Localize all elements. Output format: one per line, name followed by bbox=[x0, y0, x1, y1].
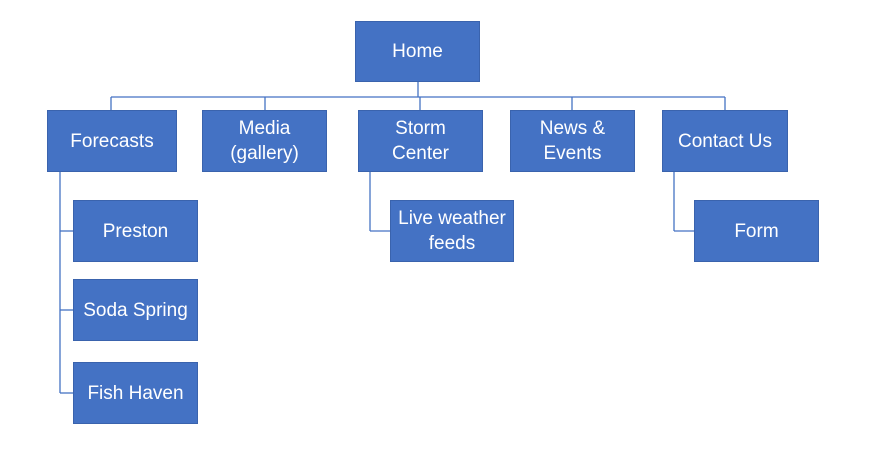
node-soda-spring: Soda Spring bbox=[73, 279, 198, 341]
node-home: Home bbox=[355, 21, 480, 82]
node-forecasts: Forecasts bbox=[47, 110, 177, 172]
node-form: Form bbox=[694, 200, 819, 262]
node-news-events: News & Events bbox=[510, 110, 635, 172]
node-fish-haven: Fish Haven bbox=[73, 362, 198, 424]
node-live-weather-feeds: Live weather feeds bbox=[390, 200, 514, 262]
node-preston: Preston bbox=[73, 200, 198, 262]
node-media-gallery: Media (gallery) bbox=[202, 110, 327, 172]
node-contact-us: Contact Us bbox=[662, 110, 788, 172]
node-storm-center: Storm Center bbox=[358, 110, 483, 172]
